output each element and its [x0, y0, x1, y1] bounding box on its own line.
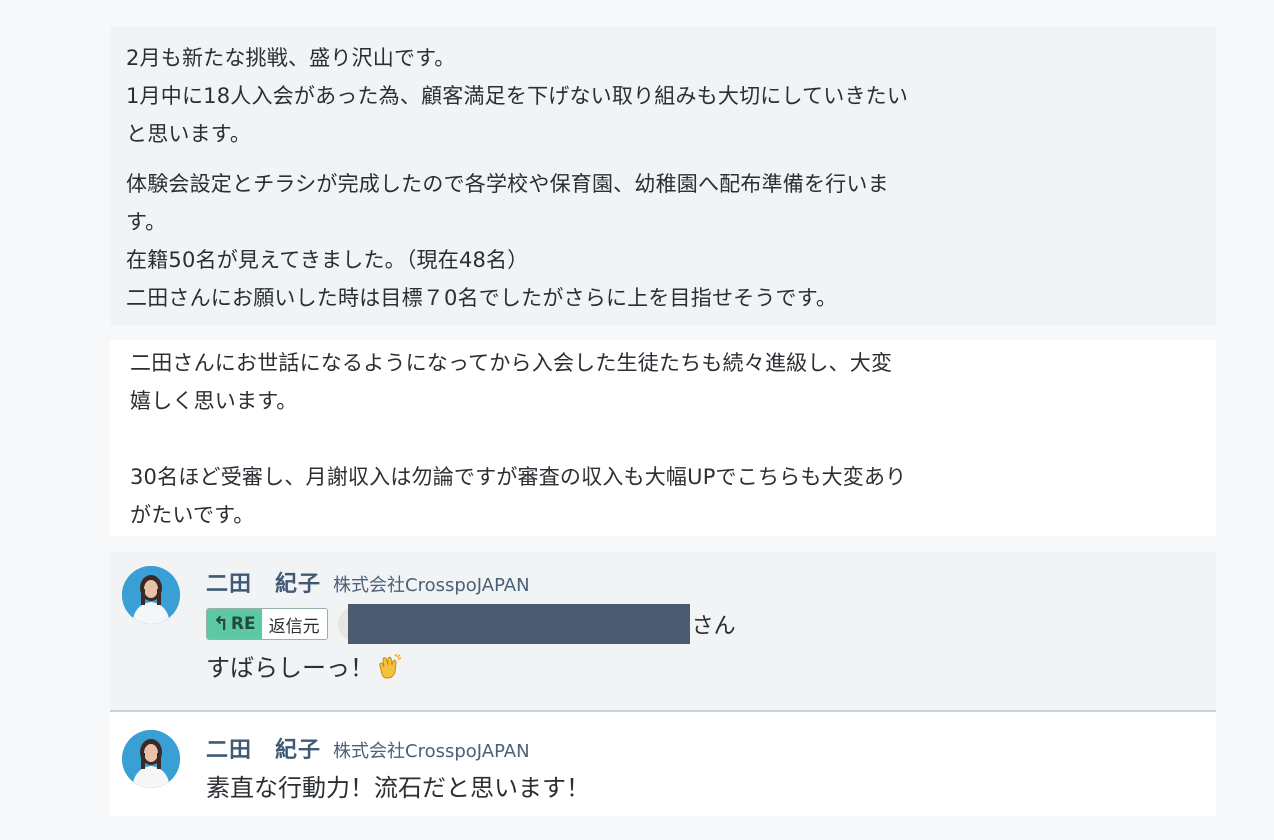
post-continuation: 二田さんにお世話になるようになってから入会した生徒たちも続々進級し、大変 嬉しく… — [110, 340, 1216, 536]
thread: 2月も新たな挑戦、盛り沢山です。 1月中に18人入会があった為、顧客満足を下げな… — [110, 27, 1216, 816]
comment: 二田 紀子 株式会社CrosspoJAPAN 素直な行動力！流石だと思います！ — [110, 712, 1216, 816]
post-line: と思います。 — [126, 122, 252, 146]
post-paragraph-1: 2月も新たな挑戦、盛り沢山です。 1月中に18人入会があった為、顧客満足を下げな… — [126, 39, 1200, 153]
post-body: 2月も新たな挑戦、盛り沢山です。 1月中に18人入会があった為、顧客満足を下げな… — [110, 27, 1216, 325]
redacted-name — [347, 604, 690, 644]
post-line: す。 — [126, 210, 167, 234]
author-company: 株式会社CrosspoJAPAN — [333, 575, 530, 596]
re-tag: ↰ RE — [207, 609, 262, 639]
post-line: 1月中に18人入会があった為、顧客満足を下げない取り組みも大切にしていきたい — [126, 84, 909, 108]
post-line: がたいです。 — [130, 503, 255, 527]
avatar[interactable] — [122, 730, 180, 788]
post-line: 二田さんにお世話になるようになってから入会した生徒たちも続々進級し、大変 — [130, 351, 893, 375]
comment-text: 素直な行動力！流石だと思います！ — [206, 774, 590, 802]
reply-target-suffix: さん — [691, 614, 736, 639]
reply-badge[interactable]: ↰ RE 返信元 — [206, 608, 328, 640]
reply-arrow-icon: ↰ — [213, 613, 229, 635]
post-line: 体験会設定とチラシが完成したので各学校や保育園、幼稚園へ配布準備を行いま — [126, 172, 889, 196]
avatar[interactable] — [122, 566, 180, 624]
comment-header: 二田 紀子 株式会社CrosspoJAPAN — [206, 566, 1216, 600]
re-tag-label: RE — [230, 614, 256, 634]
reply-reference: ↰ RE 返信元 さん — [206, 604, 1216, 644]
author-company: 株式会社CrosspoJAPAN — [333, 741, 530, 762]
comment-text: すばらしーっ！ — [206, 654, 374, 682]
post-line: 嬉しく思います。 — [130, 389, 298, 413]
post-line: 二田さんにお願いした時は目標７0名でしたがさらに上を目指せそうです。 — [126, 286, 838, 310]
author-name[interactable]: 二田 紀子 — [206, 732, 321, 764]
post-paragraph-2: 体験会設定とチラシが完成したので各学校や保育園、幼稚園へ配布準備を行いま す。 … — [126, 165, 1200, 317]
clapping-hands-icon — [379, 654, 402, 679]
post-line: 30名ほど受審し、月謝収入は勿論ですが審査の収入も大幅UPでこちらも大変あり — [130, 465, 907, 489]
comment-header: 二田 紀子 株式会社CrosspoJAPAN — [206, 732, 1216, 766]
post-line: 在籍50名が見えてきました。（現在48名） — [126, 248, 529, 272]
comment: 二田 紀子 株式会社CrosspoJAPAN ↰ RE 返信元 さん すばらしー… — [110, 552, 1216, 712]
post-line: 2月も新たな挑戦、盛り沢山です。 — [126, 46, 456, 70]
reply-source-label: 返信元 — [261, 609, 327, 639]
author-name[interactable]: 二田 紀子 — [206, 566, 321, 598]
post-line-blank — [130, 420, 1196, 458]
comment-text-row: すばらしーっ！ — [206, 646, 1216, 690]
